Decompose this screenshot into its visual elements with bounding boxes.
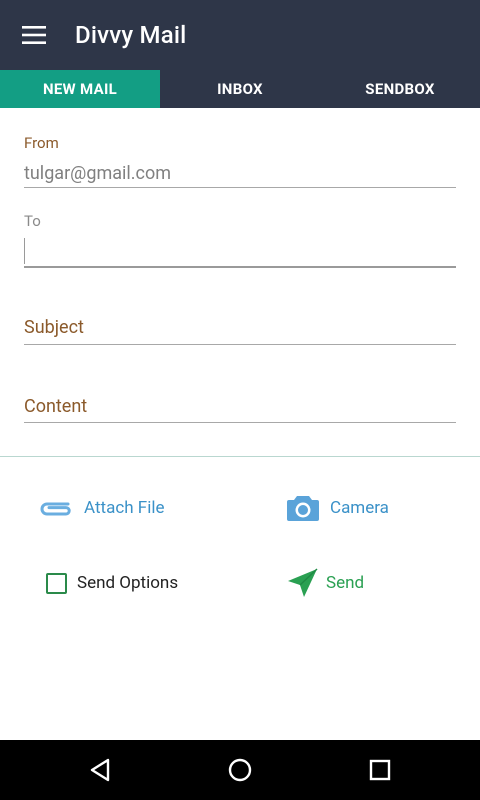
- send-options-checkbox[interactable]: [46, 572, 67, 594]
- content-field[interactable]: Content: [24, 396, 87, 417]
- from-label: From: [24, 134, 59, 152]
- to-field[interactable]: [24, 238, 25, 264]
- tab-new-mail[interactable]: NEW MAIL: [0, 70, 160, 108]
- tab-bar: NEW MAIL INBOX SENDBOX: [0, 70, 480, 108]
- menu-button[interactable]: [0, 0, 70, 70]
- send-icon: [288, 568, 318, 597]
- to-label: To: [24, 212, 41, 230]
- send-options-toggle[interactable]: Send Options: [46, 567, 178, 599]
- camera-button[interactable]: Camera: [286, 490, 389, 526]
- subject-underline: [24, 344, 456, 345]
- attach-file-button[interactable]: Attach File: [38, 490, 164, 526]
- hamburger-icon: [22, 26, 46, 44]
- tab-sendbox[interactable]: SENDBOX: [320, 70, 480, 108]
- camera-label: Camera: [330, 498, 389, 518]
- screen: Divvy Mail NEW MAIL INBOX SENDBOX From t…: [0, 0, 480, 800]
- divider: [0, 456, 480, 457]
- to-underline: [24, 266, 456, 268]
- app-bar: Divvy Mail: [0, 0, 480, 70]
- send-label: Send: [326, 573, 365, 593]
- camera-icon: [287, 496, 319, 521]
- attach-file-label: Attach File: [84, 498, 165, 518]
- recent-apps-icon: [369, 759, 391, 781]
- send-button[interactable]: Send: [286, 566, 364, 600]
- subject-field[interactable]: Subject: [24, 317, 84, 338]
- back-icon: [90, 758, 110, 782]
- app-title: Divvy Mail: [75, 21, 187, 49]
- content-underline: [24, 422, 456, 423]
- recent-apps-button[interactable]: [340, 740, 420, 800]
- from-underline: [24, 187, 456, 188]
- back-button[interactable]: [60, 740, 140, 800]
- paperclip-icon: [40, 502, 71, 516]
- home-icon: [228, 758, 252, 782]
- home-button[interactable]: [200, 740, 280, 800]
- system-nav-bar: [0, 740, 480, 800]
- send-options-label: Send Options: [77, 573, 179, 593]
- tab-inbox[interactable]: INBOX: [160, 70, 320, 108]
- from-field[interactable]: tulgar@gmail.com: [24, 163, 171, 184]
